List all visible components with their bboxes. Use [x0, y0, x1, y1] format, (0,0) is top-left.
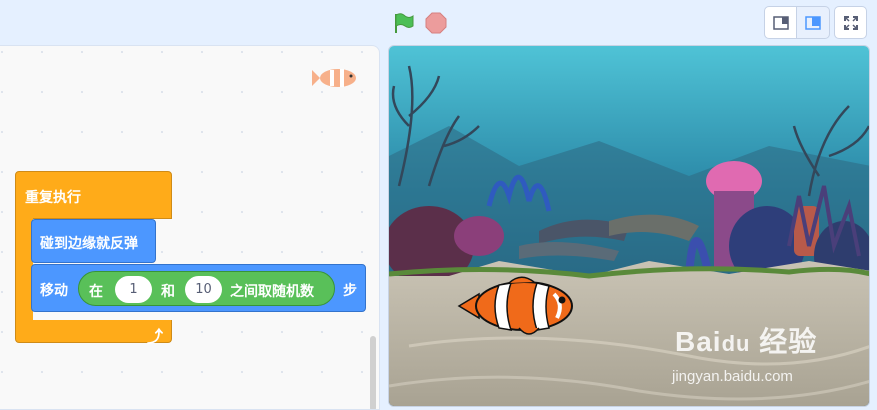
normal-stage-button[interactable]: [797, 6, 830, 39]
fullscreen-icon: [843, 15, 858, 30]
green-flag-icon[interactable]: [392, 12, 414, 34]
repeat-forever-block[interactable]: 重复执行: [15, 171, 172, 219]
baidu-watermark-url: jingyan.baidu.com: [672, 368, 793, 385]
bounce-on-edge-block[interactable]: 碰到边缘就反弹: [31, 219, 156, 263]
random-and-label: 和: [161, 284, 175, 300]
workspace-scrollbar[interactable]: [370, 336, 376, 409]
move-label: 移动: [40, 283, 68, 299]
random-from-input[interactable]: 1: [115, 276, 152, 303]
small-stage-icon: [772, 15, 789, 30]
move-steps-block[interactable]: 移动 在 1 和 10 之间取随机数 步: [31, 264, 366, 312]
loop-arrow-icon: ⤴: [146, 327, 163, 346]
small-stage-button[interactable]: [764, 6, 797, 39]
repeat-block-bottom[interactable]: ⤴: [15, 320, 172, 346]
stop-icon[interactable]: [425, 12, 447, 34]
bounce-label: 碰到边缘就反弹: [40, 236, 138, 252]
stage-size-toggle: [764, 6, 867, 39]
normal-stage-icon: [805, 15, 821, 30]
pick-random-block[interactable]: 在 1 和 10 之间取随机数: [78, 271, 335, 306]
random-suffix: 之间取随机数: [230, 284, 314, 300]
clownfish-sprite-thumbnail: [312, 69, 356, 87]
fullscreen-button[interactable]: [834, 6, 867, 39]
move-unit-label: 步: [343, 283, 357, 299]
baidu-watermark-logo: Baidu 经验: [675, 326, 818, 357]
random-to-input[interactable]: 10: [185, 276, 222, 303]
stage-header: [0, 0, 877, 44]
repeat-label: 重复执行: [25, 190, 81, 206]
random-prefix: 在: [89, 284, 103, 300]
